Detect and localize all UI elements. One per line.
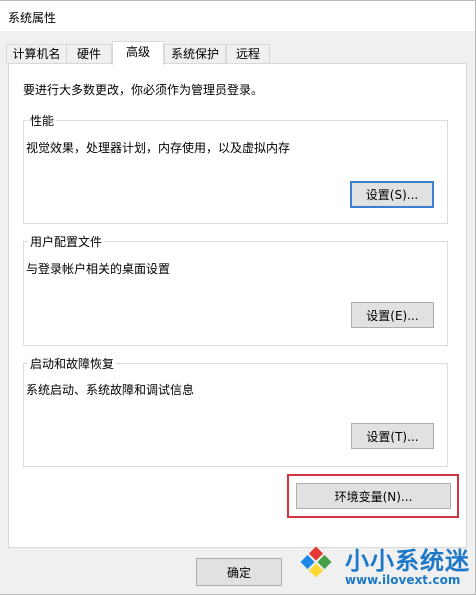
- tab-computer-name[interactable]: 计算机名: [6, 44, 67, 64]
- performance-settings-button[interactable]: 设置(S)...: [350, 181, 434, 208]
- user-profile-description: 与登录帐户相关的桌面设置: [26, 262, 171, 276]
- window-title: 系统属性: [8, 11, 57, 25]
- system-properties-window: 系统属性 计算机名 硬件 高级 系统保护 远程 要进行大多数更改，你必须作为管理…: [0, 0, 476, 595]
- ok-button[interactable]: 确定: [196, 558, 282, 586]
- performance-legend: 性能: [28, 112, 57, 129]
- title-bar: 系统属性: [0, 1, 475, 31]
- highlight-box: [287, 474, 459, 518]
- startup-recovery-legend: 启动和故障恢复: [28, 355, 117, 372]
- user-profile-group: 用户配置文件 与登录帐户相关的桌面设置: [23, 233, 448, 346]
- startup-recovery-settings-button[interactable]: 设置(T)...: [351, 423, 434, 449]
- watermark: 小小系统迷 www.ilovext.com: [289, 535, 476, 594]
- performance-description: 视觉效果，处理器计划，内存使用，以及虚拟内存: [26, 141, 291, 155]
- admin-note: 要进行大多数更改，你必须作为管理员登录。: [23, 83, 264, 97]
- watermark-title: 小小系统迷: [345, 547, 470, 575]
- startup-recovery-group: 启动和故障恢复 系统启动、系统故障和调试信息: [23, 355, 448, 467]
- watermark-logo-icon: [300, 546, 332, 578]
- user-profile-settings-button[interactable]: 设置(E)...: [351, 302, 434, 328]
- tab-remote[interactable]: 远程: [226, 44, 270, 64]
- tab-advanced[interactable]: 高级: [112, 41, 164, 65]
- startup-recovery-description: 系统启动、系统故障和调试信息: [26, 383, 195, 397]
- watermark-url: www.ilovext.com: [345, 573, 461, 587]
- tab-hardware[interactable]: 硬件: [66, 44, 112, 64]
- performance-group: 性能 视觉效果，处理器计划，内存使用，以及虚拟内存: [23, 112, 448, 224]
- user-profile-legend: 用户配置文件: [28, 233, 105, 250]
- tab-system-protection[interactable]: 系统保护: [164, 44, 226, 64]
